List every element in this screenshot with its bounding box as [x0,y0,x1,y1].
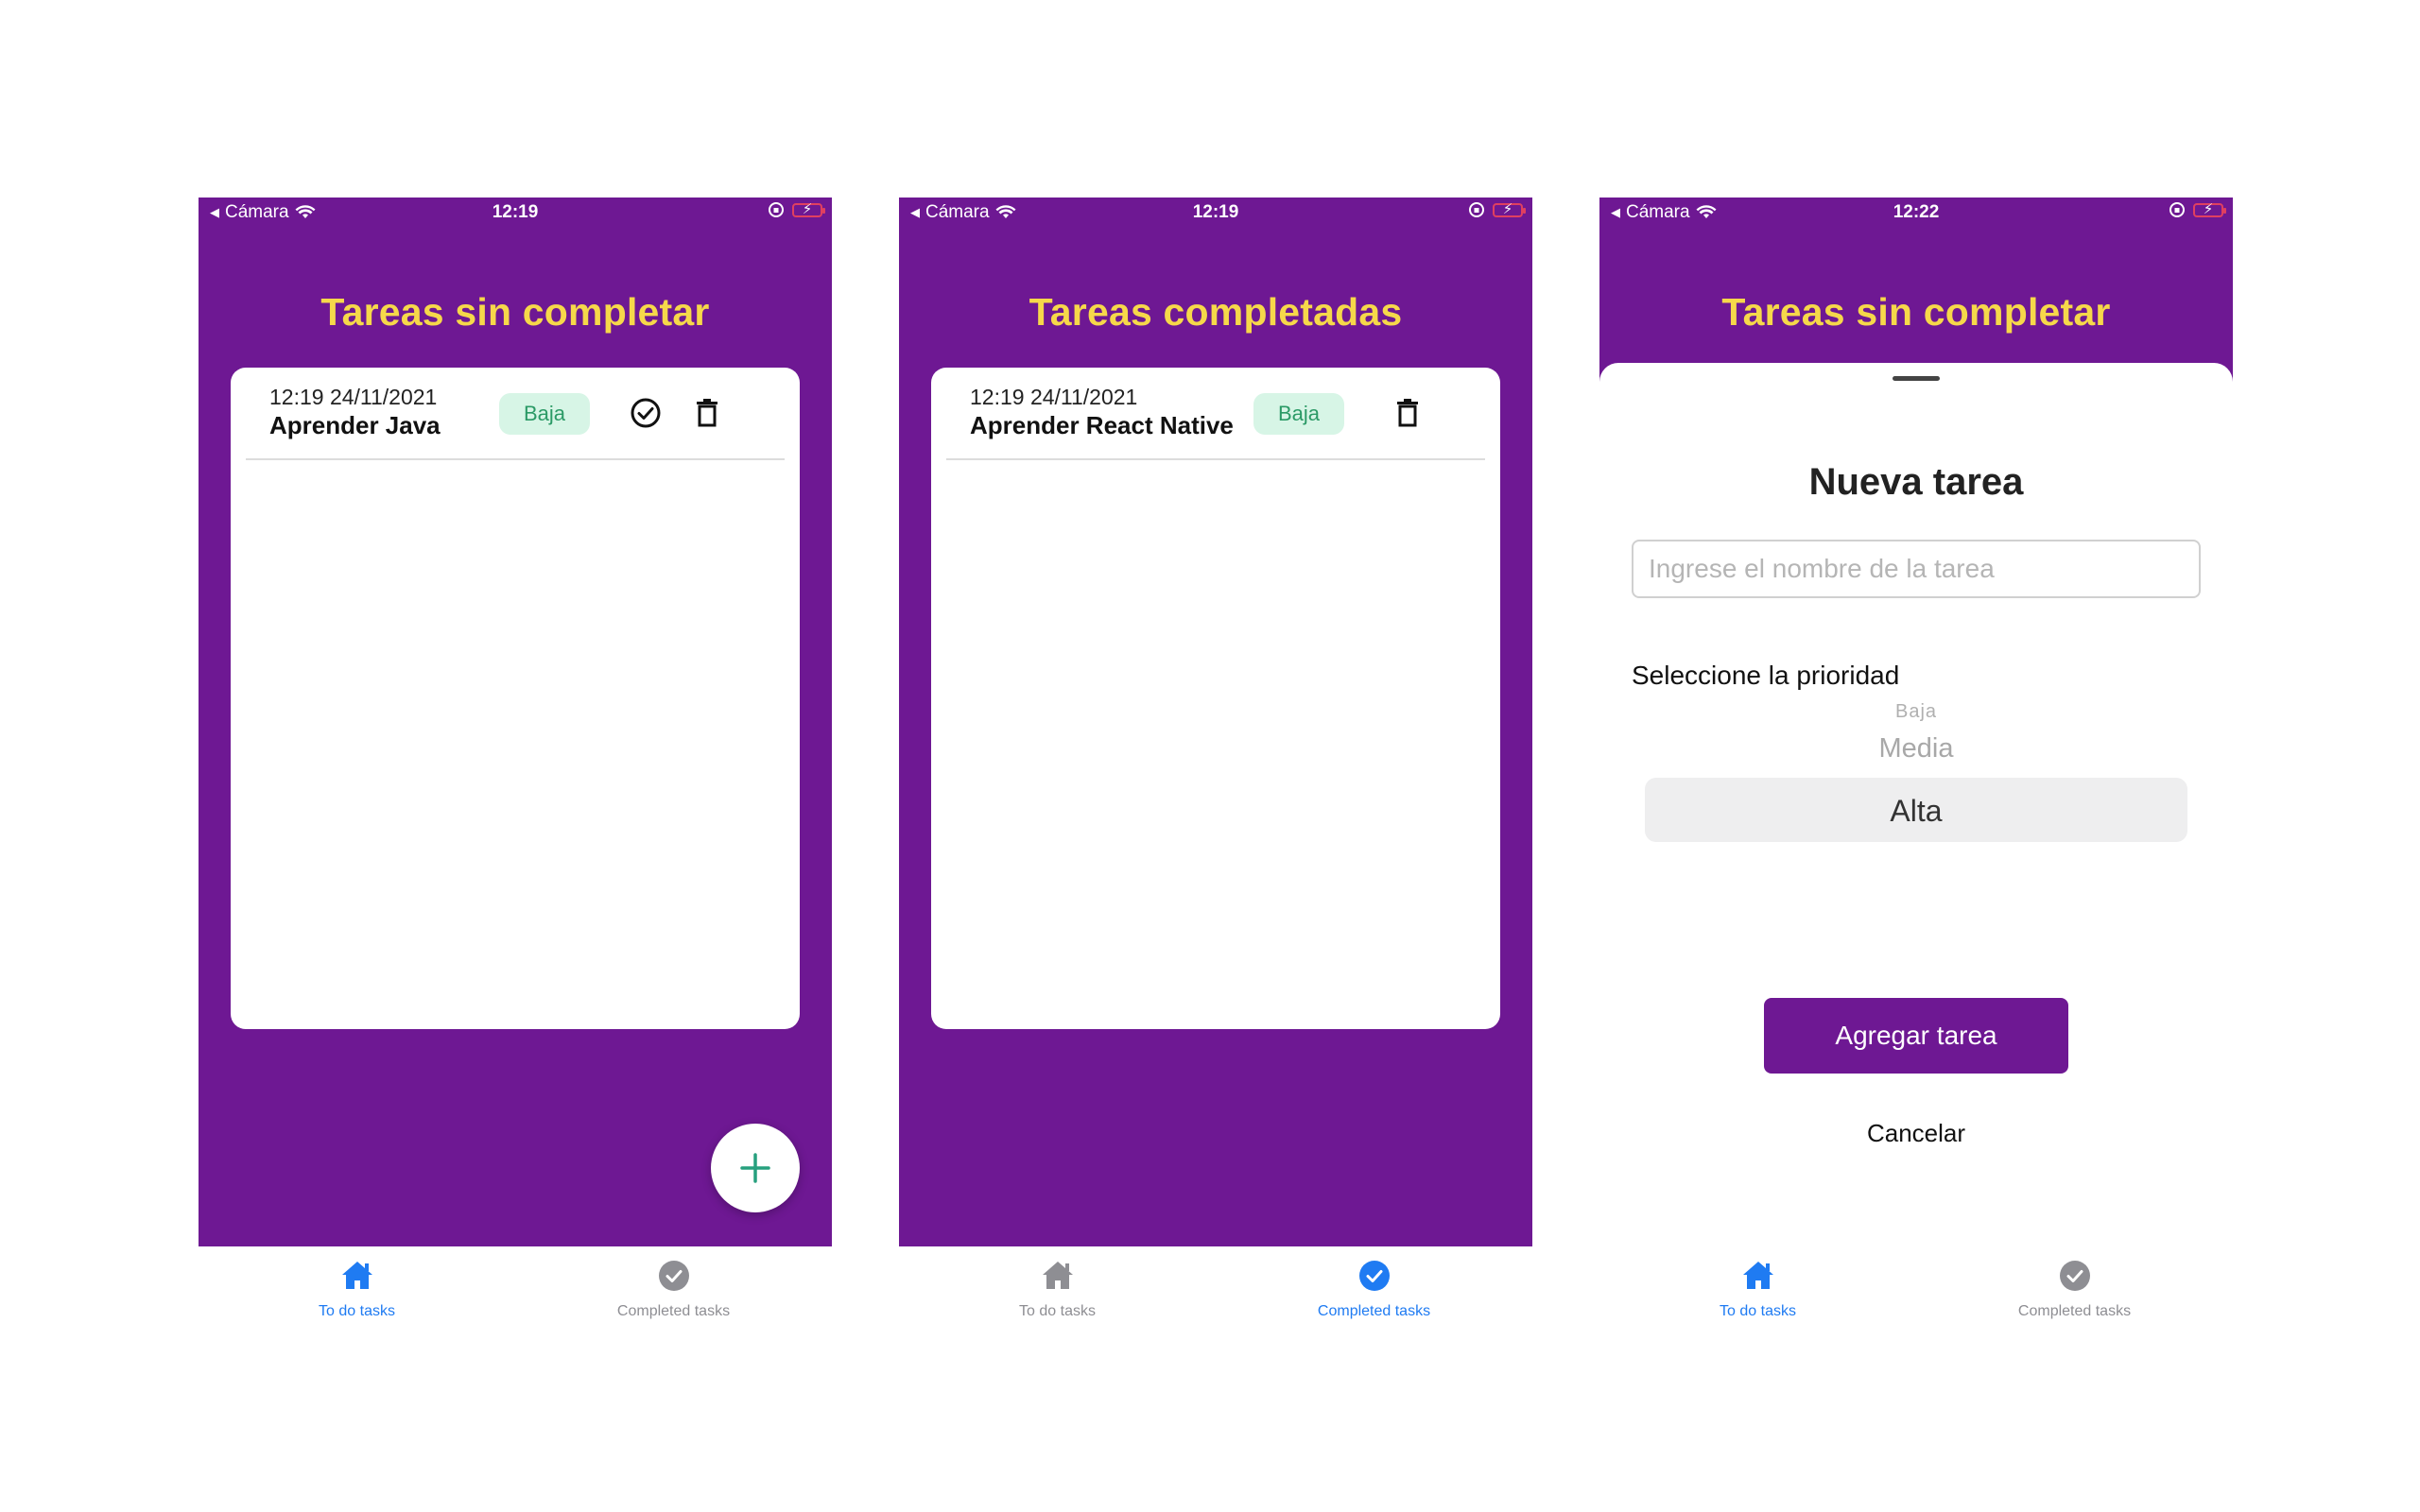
battery-icon: ⚡ [1493,201,1526,217]
tab-completed-tasks[interactable]: Completed tasks [1916,1246,2233,1336]
tab-label: Completed tasks [1317,1303,1431,1319]
complete-task-icon[interactable] [629,396,663,430]
tab-label: Completed tasks [616,1303,731,1319]
task-name-input[interactable] [1632,540,2201,598]
tab-completed-tasks[interactable]: Completed tasks [1216,1246,1532,1336]
status-time: 12:19 [1192,202,1239,222]
sheet-drag-handle[interactable] [1893,376,1940,381]
task-date: 12:19 24/11/2021 [269,385,438,409]
tab-label: To do tasks [319,1303,395,1319]
task-date: 12:19 24/11/2021 [970,385,1138,409]
check-circle-icon [659,1261,689,1291]
page-title: Tareas completadas [1028,290,1403,334]
tab-bar: To do tasks Completed tasks [1599,1246,2233,1336]
battery-icon: ⚡ [792,201,825,217]
home-icon [342,1262,372,1289]
picker-option-media[interactable]: Media [1645,733,2187,765]
status-time: 12:22 [1893,202,1940,222]
priority-picker[interactable]: Baja Media Alta [1645,682,2187,842]
battery-icon: ⚡ [2193,201,2226,217]
task-name: Aprender Java [269,411,441,439]
task-name: Aprender React Native [970,411,1234,439]
priority-badge: Baja [1253,393,1345,435]
check-circle-icon [1359,1261,1390,1291]
priority-badge: Baja [499,393,591,435]
add-task-button[interactable] [711,1124,800,1212]
status-bar: ◀ Cámara 12:22 ⚡ [1599,198,2233,226]
tab-todo-tasks[interactable]: To do tasks [199,1246,515,1336]
add-task-submit-button[interactable]: Agregar tarea [1764,998,2068,1074]
home-icon [1043,1262,1073,1289]
task-list: 12:19 24/11/2021 Aprender Java Baja [231,368,800,1029]
orientation-lock-icon [2169,202,2185,217]
cancel-button[interactable]: Cancelar [1599,1119,2233,1148]
status-time: 12:19 [492,202,539,222]
modal-title: Nueva tarea [1808,461,2024,503]
orientation-lock-icon [1469,202,1484,217]
tab-bar: To do tasks Completed tasks [199,1246,832,1336]
delete-task-icon[interactable] [1391,396,1425,430]
orientation-lock-icon [769,202,784,217]
page-title: Tareas sin completar [1721,290,2111,334]
picker-option-alta[interactable]: Alta [1645,794,2187,829]
screen-completed-tasks: ◀ Cámara 12:19 ⚡ Tareas completadas 12:1… [899,198,1532,1336]
plus-icon [740,1153,770,1183]
screen-todo-tasks: ◀ Cámara 12:19 ⚡ Tareas sin completar 12… [199,198,832,1336]
status-bar: ◀ Cámara 12:19 ⚡ [199,198,832,226]
tab-label: To do tasks [1019,1303,1096,1319]
task-row: 12:19 24/11/2021 Aprender React Native B… [946,368,1485,460]
tab-bar: To do tasks Completed tasks [899,1246,1532,1336]
tab-completed-tasks[interactable]: Completed tasks [515,1246,832,1336]
page-title: Tareas sin completar [320,290,710,334]
tab-label: To do tasks [1720,1303,1796,1319]
status-bar: ◀ Cámara 12:19 ⚡ [899,198,1532,226]
screen-new-task-modal: ◀ Cámara 12:22 ⚡ Tareas sin completar Nu… [1599,198,2233,1336]
tab-todo-tasks[interactable]: To do tasks [1599,1246,1916,1336]
picker-option-baja[interactable]: Baja [1645,701,2187,723]
home-icon [1743,1262,1773,1289]
delete-task-icon[interactable] [690,396,724,430]
task-list: 12:19 24/11/2021 Aprender React Native B… [931,368,1500,1029]
new-task-sheet: Nueva tarea Seleccione la prioridad Baja… [1599,363,2233,1246]
tab-label: Completed tasks [2017,1303,2132,1319]
tab-todo-tasks[interactable]: To do tasks [899,1246,1216,1336]
task-row: 12:19 24/11/2021 Aprender Java Baja [246,368,785,460]
check-circle-icon [2060,1261,2090,1291]
